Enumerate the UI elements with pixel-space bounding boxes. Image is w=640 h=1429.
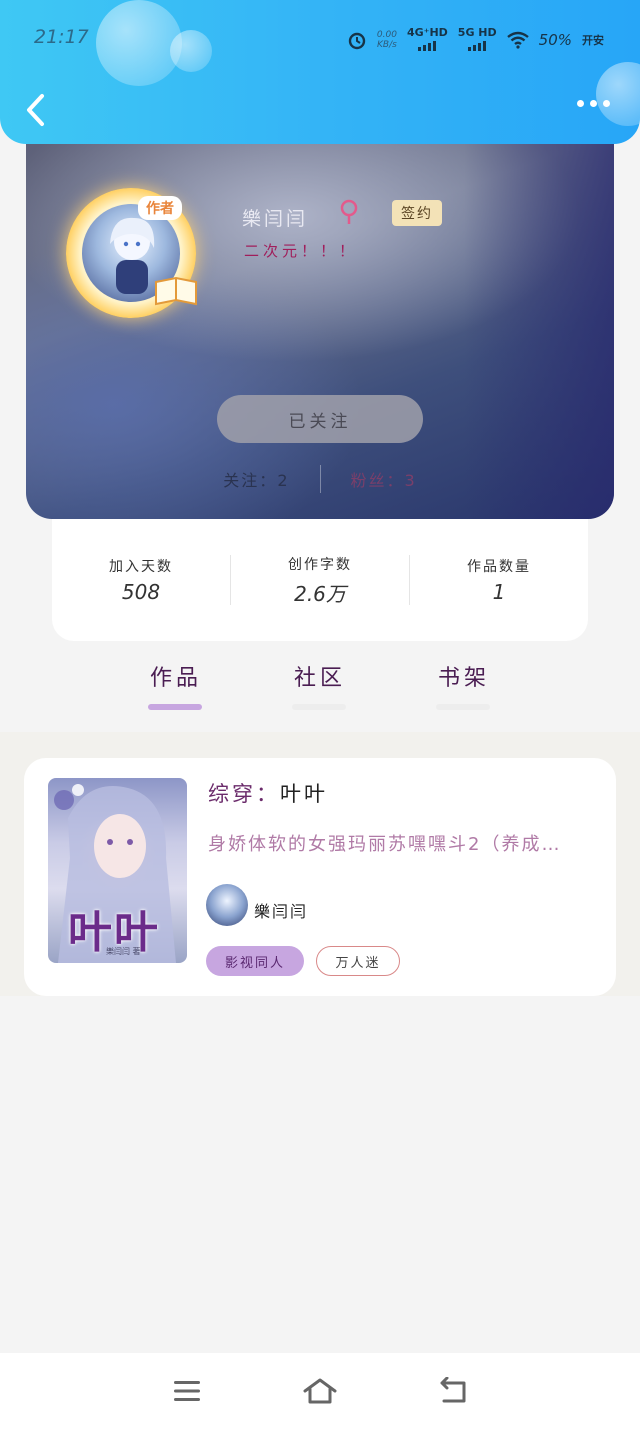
signal-4g: 4G⁺HD — [407, 26, 448, 54]
back-button[interactable] — [22, 92, 52, 128]
return-button[interactable] — [433, 1371, 473, 1411]
more-dots-icon — [577, 100, 584, 107]
net-speed: 0.00 KB/s — [376, 30, 397, 50]
location-pin-icon — [340, 199, 358, 224]
menu-button[interactable] — [167, 1371, 207, 1411]
status-icons: 0.00 KB/s 4G⁺HD 5G HD 50% 开安 — [347, 26, 604, 54]
book-author-avatar[interactable] — [206, 884, 248, 926]
book-title: 综穿：叶叶 — [208, 782, 328, 806]
book-icon — [155, 276, 197, 306]
signed-badge: 签约 — [392, 200, 442, 226]
battery-level: 50% — [538, 31, 572, 49]
home-button[interactable] — [300, 1371, 340, 1411]
fans-stat[interactable]: 粉丝：3 — [351, 467, 417, 491]
book-card[interactable]: 叶叶 樂闫闫 著 综穿：叶叶 身娇体软的女强玛丽苏嘿嘿斗2（养成… 樂闫闫 影视… — [24, 758, 616, 996]
signal-5g: 5G HD — [458, 26, 497, 54]
tab-community[interactable]: 社区 — [248, 660, 392, 712]
author-profile-card: 作者 樂闫闫 签约 二次元！！！ 已关注 关注：2 粉丝：3 — [26, 140, 614, 519]
stat-days: 加入天数 508 — [109, 559, 173, 604]
tab-indicator — [292, 704, 346, 710]
author-badge: 作者 — [138, 196, 182, 220]
more-button[interactable] — [577, 100, 610, 107]
cover-author: 樂闫闫 著 — [106, 947, 141, 956]
decor-bubble — [170, 30, 212, 72]
stat-words: 创作字数 2.6万 — [288, 556, 352, 606]
decor-bubble — [96, 0, 182, 86]
more-dots-icon — [590, 100, 597, 107]
decor-bubble — [596, 62, 640, 126]
book-author-name: 樂闫闫 — [254, 902, 309, 921]
author-bio: 二次元！！！ — [244, 242, 359, 260]
chevron-left-icon — [27, 94, 44, 126]
author-name: 樂闫闫 — [242, 208, 309, 230]
tab-indicator — [148, 704, 202, 710]
system-nav-bar — [0, 1353, 640, 1429]
tab-bookshelf[interactable]: 书架 — [392, 660, 536, 712]
more-dots-icon — [603, 100, 610, 107]
profile-tabs: 作品 社区 书架 — [104, 660, 536, 712]
follow-stats: 关注：2 粉丝：3 — [26, 465, 614, 493]
tag-everyones-favorite[interactable]: 万人迷 — [316, 946, 400, 976]
header-bar: 21:17 0.00 KB/s 4G⁺HD 5G HD 50% 开安 — [0, 0, 640, 144]
avatar[interactable]: 作者 — [66, 188, 197, 318]
signal-icon — [418, 39, 437, 51]
tab-indicator — [436, 704, 490, 710]
book-cover[interactable]: 叶叶 樂闫闫 著 — [48, 778, 187, 963]
book-description: 身娇体软的女强玛丽苏嘿嘿斗2（养成… — [208, 834, 562, 855]
status-time: 21:17 — [34, 26, 89, 48]
stat-works: 作品数量 1 — [467, 559, 531, 604]
menu-icon — [173, 1381, 200, 1401]
tag-fan-fiction[interactable]: 影视同人 — [206, 946, 304, 976]
return-icon — [440, 1377, 466, 1403]
author-stats: 加入天数 508 创作字数 2.6万 作品数量 1 — [52, 519, 588, 641]
wifi-icon — [506, 31, 529, 49]
alarm-icon — [348, 32, 366, 50]
divider — [319, 465, 321, 493]
tab-works[interactable]: 作品 — [104, 660, 248, 712]
follow-button[interactable]: 已关注 — [217, 395, 423, 443]
signal-icon — [468, 39, 487, 51]
home-icon — [303, 1378, 337, 1404]
status-extra: 开安 — [582, 34, 604, 47]
following-stat[interactable]: 关注：2 — [223, 467, 289, 491]
